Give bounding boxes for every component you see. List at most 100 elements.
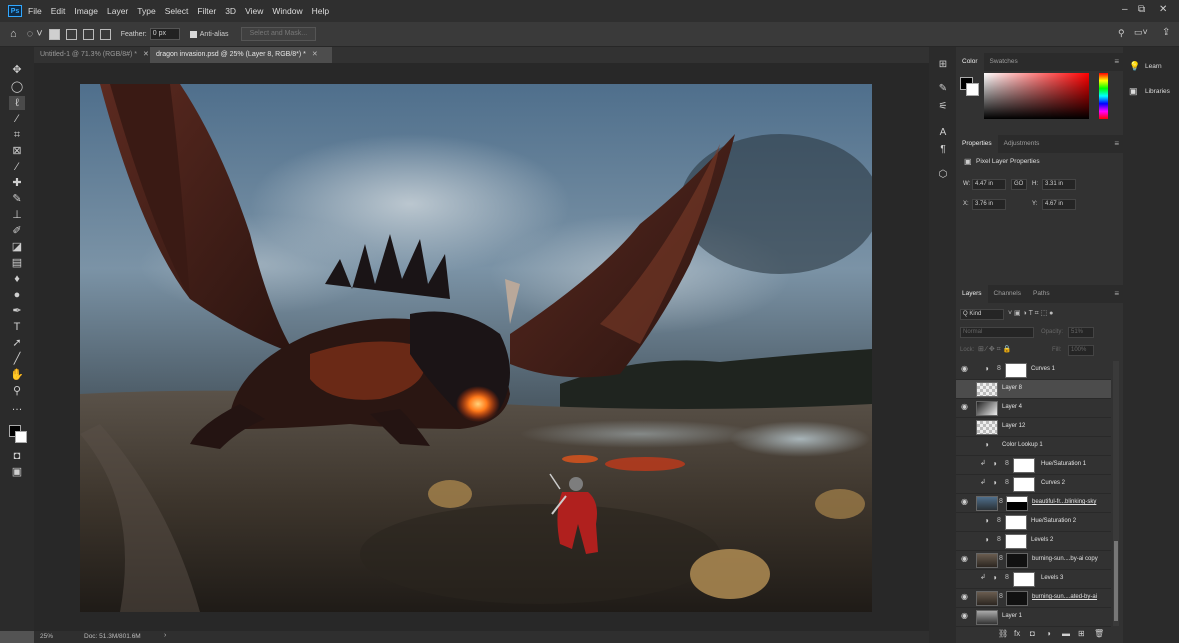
layer-mask-thumbnail[interactable]: [1005, 363, 1027, 378]
layer-filter-icons[interactable]: ˅ ▣ ◑ T ⌗ ⬚ ●: [1008, 309, 1053, 318]
quick-select-tool-icon[interactable]: ⁄: [9, 112, 25, 126]
x-field[interactable]: 3.76 in: [972, 199, 1006, 210]
clone-stamp-tool-icon[interactable]: ⊥: [9, 208, 25, 222]
hand-tool-icon[interactable]: ✋: [9, 368, 25, 382]
crop-tool-icon[interactable]: ⌗: [9, 128, 25, 142]
visibility-eye-icon[interactable]: ◉: [961, 611, 968, 620]
layer-name[interactable]: Layer 4: [1002, 404, 1022, 410]
history-brush-tool-icon[interactable]: ✐: [9, 224, 25, 238]
lasso-tool-preset-icon[interactable]: ◌ ˅: [27, 28, 43, 40]
layer-row[interactable]: ◉ 8 beautiful-fr...blinking-sky: [956, 494, 1111, 513]
layer-row[interactable]: ↲ ◑ 8 Hue/Saturation 1: [956, 456, 1111, 475]
layer-row[interactable]: ◑ 8 Hue/Saturation 2: [956, 513, 1111, 532]
close-icon[interactable]: ✕: [312, 51, 318, 58]
panel-menu-icon[interactable]: ≡: [1114, 139, 1119, 148]
doc-size[interactable]: Doc: 51.3M/801.6M: [84, 633, 141, 640]
antialias-checkbox[interactable]: [189, 30, 197, 38]
close-button[interactable]: ✕: [1159, 4, 1167, 15]
menu-filter[interactable]: Filter: [197, 6, 216, 16]
layer-name[interactable]: Layer 12: [1002, 423, 1025, 429]
workspace-icon[interactable]: ▭˅: [1134, 27, 1148, 38]
subtract-selection-icon[interactable]: [82, 28, 94, 40]
layer-name[interactable]: beautiful-fr...blinking-sky: [1032, 499, 1096, 505]
lasso-tool-icon[interactable]: ℓ: [9, 96, 25, 110]
visibility-eye-icon[interactable]: ◉: [961, 554, 968, 563]
color-field[interactable]: [984, 73, 1089, 119]
link-dimensions-button[interactable]: GO: [1011, 179, 1027, 190]
layer-row[interactable]: ◉ 8 burning-sun....by-ai copy: [956, 551, 1111, 570]
move-tool-icon[interactable]: ✥: [9, 63, 25, 77]
tab-color[interactable]: Color: [956, 53, 984, 71]
add-mask-icon[interactable]: ◘: [1030, 629, 1035, 638]
menu-help[interactable]: Help: [312, 6, 329, 16]
layer-name[interactable]: Hue/Saturation 2: [1031, 518, 1076, 524]
visibility-eye-icon[interactable]: ◉: [961, 364, 968, 373]
tab-layers[interactable]: Layers: [956, 285, 988, 303]
adjust-sliders-icon[interactable]: ⚟: [936, 101, 950, 112]
hue-slider[interactable]: [1099, 73, 1108, 119]
layer-row[interactable]: ◉ 8 burning-sun....ated-by-ai: [956, 589, 1111, 608]
layer-row[interactable]: ◑ 8 Levels 2: [956, 532, 1111, 551]
type-tool-icon[interactable]: T: [9, 320, 25, 334]
layer-name[interactable]: burning-sun....by-ai copy: [1032, 556, 1098, 562]
menu-select[interactable]: Select: [165, 6, 189, 16]
layer-name[interactable]: Color Lookup 1: [1002, 442, 1043, 448]
layer-kind-filter[interactable]: Q Kind: [960, 309, 1004, 320]
menu-3d[interactable]: 3D: [225, 6, 236, 16]
layer-name[interactable]: Levels 3: [1041, 575, 1063, 581]
layer-mask-thumbnail[interactable]: [1006, 591, 1028, 606]
new-adjustment-icon[interactable]: ◑: [1046, 629, 1051, 638]
layer-thumbnail[interactable]: [976, 382, 998, 397]
y-field[interactable]: 4.67 in: [1042, 199, 1076, 210]
panel-menu-icon[interactable]: ≡: [1114, 57, 1119, 66]
layer-row[interactable]: ◉ Layer 1: [956, 608, 1111, 627]
minimize-button[interactable]: –: [1122, 4, 1128, 15]
more-tools-icon[interactable]: …: [9, 400, 25, 414]
layer-thumbnail[interactable]: [976, 553, 998, 568]
layer-thumbnail[interactable]: [976, 420, 998, 435]
pen-tool-icon[interactable]: ✒: [9, 304, 25, 318]
tab-adjustments[interactable]: Adjustments: [998, 135, 1046, 153]
height-field[interactable]: 3.31 in: [1042, 179, 1076, 190]
layer-name[interactable]: Hue/Saturation 1: [1041, 461, 1086, 467]
blend-mode-select[interactable]: Normal: [960, 327, 1034, 338]
feather-input[interactable]: 0 px: [149, 28, 180, 40]
layer-mask-thumbnail[interactable]: [1005, 515, 1027, 530]
layer-thumbnail[interactable]: [976, 591, 998, 606]
layer-mask-thumbnail[interactable]: [1013, 572, 1035, 587]
visibility-eye-icon[interactable]: ◉: [961, 402, 968, 411]
libraries-icon[interactable]: ▣: [1129, 86, 1138, 97]
new-group-icon[interactable]: ▬: [1062, 629, 1070, 638]
home-icon[interactable]: ⌂: [10, 28, 17, 40]
layer-mask-thumbnail[interactable]: [1013, 477, 1035, 492]
tab-properties[interactable]: Properties: [956, 135, 998, 153]
layer-row[interactable]: ◉ ◑ 8 Curves 1: [956, 361, 1111, 380]
paragraph-panel-icon[interactable]: ¶: [936, 144, 950, 155]
layer-mask-thumbnail[interactable]: [1006, 553, 1028, 568]
chevron-right-icon[interactable]: ›: [164, 632, 166, 639]
color-bg-swatch[interactable]: [966, 83, 979, 96]
gradient-tool-icon[interactable]: ▤: [9, 256, 25, 270]
tab-dragon-invasion[interactable]: dragon invasion.psd @ 25% (Layer 8, RGB/…: [150, 47, 332, 63]
menu-window[interactable]: Window: [272, 6, 302, 16]
layer-mask-thumbnail[interactable]: [1006, 496, 1028, 511]
opacity-input[interactable]: 51%: [1068, 327, 1094, 338]
layer-name[interactable]: Curves 1: [1031, 366, 1055, 372]
layer-mask-thumbnail[interactable]: [1005, 534, 1027, 549]
background-color-swatch[interactable]: [15, 431, 27, 443]
path-selection-tool-icon[interactable]: ➚: [9, 336, 25, 350]
tab-untitled[interactable]: Untitled-1 @ 71.3% (RGB/8#) * ✕: [34, 47, 154, 63]
history-panel-icon[interactable]: ⊞: [936, 59, 950, 70]
scrollbar-thumb[interactable]: [1114, 541, 1118, 621]
layer-name[interactable]: Levels 2: [1031, 537, 1053, 543]
zoom-tool-icon[interactable]: ⚲: [9, 384, 25, 398]
zoom-level[interactable]: 25%: [40, 633, 53, 640]
blur-tool-icon[interactable]: ♦: [9, 272, 25, 286]
marquee-tool-icon[interactable]: ◯: [9, 80, 25, 94]
layer-name[interactable]: Layer 8: [1002, 385, 1022, 391]
eraser-tool-icon[interactable]: ◪: [9, 240, 25, 254]
layer-name[interactable]: Curves 2: [1041, 480, 1065, 486]
menu-image[interactable]: Image: [74, 6, 98, 16]
search-icon[interactable]: ⚲: [1118, 28, 1125, 39]
menu-view[interactable]: View: [245, 6, 263, 16]
